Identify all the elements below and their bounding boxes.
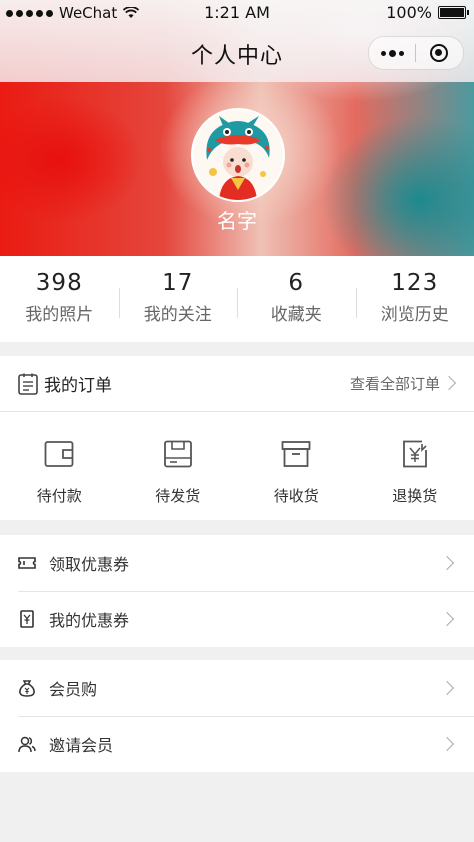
chevron-right-icon — [441, 375, 457, 391]
stat-history[interactable]: 123 浏览历史 — [355, 256, 474, 342]
stat-value: 123 — [391, 270, 439, 296]
target-circle-icon[interactable] — [416, 37, 462, 69]
orders-card: 我的订单 查看全部订单 待付款 待发货 待收货 退换货 — [0, 356, 474, 520]
status-bar: WeChat 1:21 AM 100% — [0, 0, 474, 26]
wallet-icon — [44, 441, 74, 467]
order-refund[interactable]: 退换货 — [356, 412, 474, 520]
battery-percent: 100% — [386, 3, 432, 22]
stat-label: 我的照片 — [25, 305, 94, 325]
avatar[interactable] — [191, 108, 285, 202]
list-item-invite-members[interactable]: 邀请会员 — [0, 716, 474, 772]
list-item-my-coupons[interactable]: 我的优惠券 — [0, 591, 474, 647]
status-right: 100% — [386, 3, 469, 22]
box-icon — [281, 441, 311, 467]
package-icon — [163, 440, 192, 468]
members-card: 会员购 邀请会员 — [0, 660, 474, 772]
chevron-right-icon — [439, 611, 455, 627]
stat-label: 收藏夹 — [270, 305, 322, 325]
stat-photos[interactable]: 398 我的照片 — [0, 256, 119, 342]
chevron-right-icon — [439, 680, 455, 696]
stat-label: 浏览历史 — [380, 305, 449, 325]
orders-header[interactable]: 我的订单 查看全部订单 — [0, 356, 474, 412]
coupons-card: 领取优惠券 我的优惠券 — [0, 535, 474, 647]
refund-icon — [402, 440, 427, 468]
username: 名字 — [217, 209, 257, 233]
list-item-label: 会员购 — [49, 680, 98, 699]
more-dots-icon[interactable] — [369, 37, 415, 69]
order-status-label: 待付款 — [36, 487, 82, 505]
stat-value: 398 — [35, 270, 83, 296]
stat-value: 6 — [288, 270, 305, 296]
chevron-right-icon — [439, 736, 455, 752]
list-item-get-coupons[interactable]: 领取优惠券 — [0, 535, 474, 591]
order-pending-receipt[interactable]: 待收货 — [237, 412, 356, 520]
order-status-label: 退换货 — [392, 487, 438, 505]
order-status-label: 待发货 — [155, 487, 201, 505]
order-status-label: 待收货 — [273, 487, 319, 505]
stat-following[interactable]: 17 我的关注 — [118, 256, 238, 342]
stat-label: 我的关注 — [143, 305, 212, 325]
dragon-costume-avatar — [193, 110, 283, 200]
order-pending-shipment[interactable]: 待发货 — [119, 412, 238, 520]
stat-value: 17 — [162, 270, 194, 296]
battery-icon — [438, 6, 469, 19]
chevron-right-icon — [439, 555, 455, 571]
ticket-icon — [18, 557, 36, 569]
order-pending-payment[interactable]: 待付款 — [0, 412, 119, 520]
mini-program-capsule — [368, 36, 464, 70]
list-item-label: 领取优惠券 — [49, 555, 130, 574]
list-item-label: 我的优惠券 — [49, 611, 130, 630]
stats-bar: 398 我的照片 17 我的关注 6 收藏夹 123 浏览历史 — [0, 256, 474, 342]
orders-title: 我的订单 — [44, 376, 112, 396]
coupon-icon — [20, 610, 34, 628]
users-icon — [18, 736, 36, 753]
money-bag-icon — [19, 680, 35, 697]
view-all-orders-link[interactable]: 查看全部订单 — [350, 373, 440, 394]
stat-favorites[interactable]: 6 收藏夹 — [237, 256, 356, 342]
list-item-member-purchase[interactable]: 会员购 — [0, 660, 474, 716]
order-status-row: 待付款 待发货 待收货 退换货 — [0, 412, 474, 520]
order-list-icon — [18, 373, 38, 395]
list-item-label: 邀请会员 — [49, 736, 114, 755]
